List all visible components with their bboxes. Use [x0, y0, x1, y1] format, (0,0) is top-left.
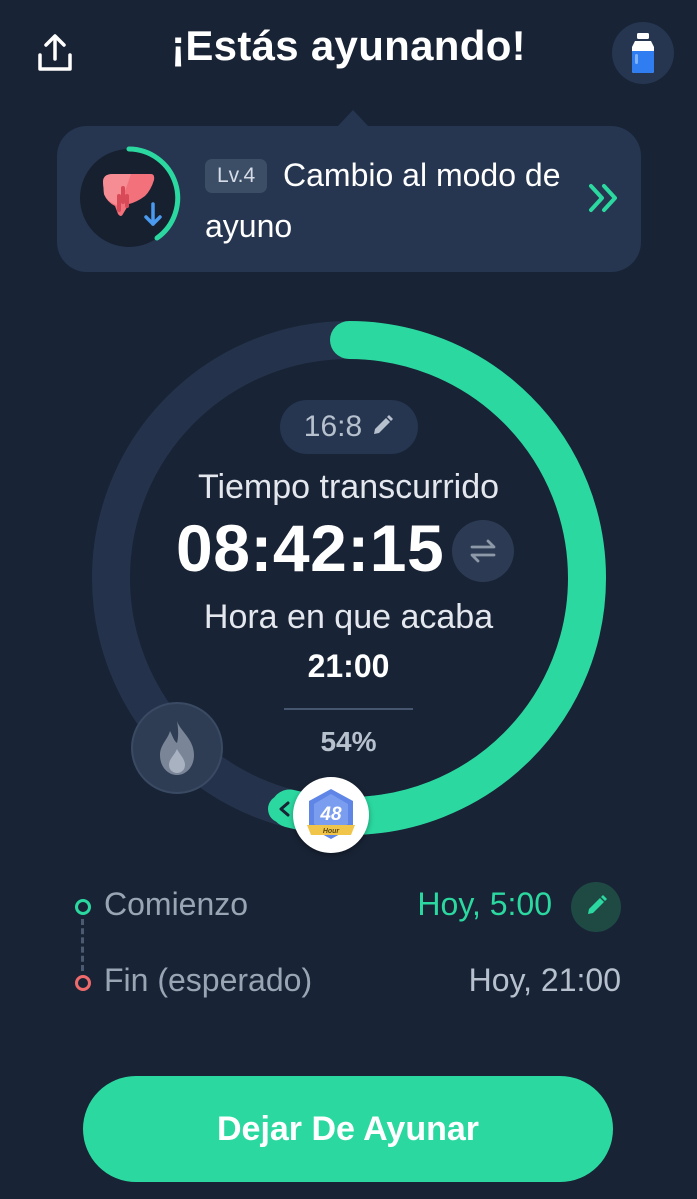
- fat-burning-stage-button[interactable]: [131, 702, 223, 794]
- badge-caption: Hour: [323, 828, 341, 835]
- schedule-connector: [81, 919, 84, 971]
- edit-start-button[interactable]: [571, 882, 621, 932]
- end-dot: [75, 975, 91, 991]
- end-value: Hoy, 21:00: [468, 962, 621, 998]
- elapsed-time: 08:42:15: [176, 511, 445, 585]
- end-label: Fin (esperado): [104, 962, 313, 998]
- start-value[interactable]: Hoy, 5:00: [417, 886, 552, 923]
- flame-icon: [160, 721, 194, 775]
- achievement-badge[interactable]: 48 Hour: [293, 777, 369, 853]
- toggle-time-mode-button[interactable]: [452, 520, 514, 582]
- end-time-value: 21:00: [307, 648, 390, 684]
- fasting-plan-chip[interactable]: 16:8: [280, 400, 418, 454]
- end-time-label: Hora en que acaba: [203, 598, 494, 636]
- badge-number: 48: [319, 804, 342, 825]
- badge-48-icon: 48 Hour: [307, 789, 355, 839]
- fasting-plan-label: 16:8: [303, 410, 363, 443]
- ring-start-marker: [268, 795, 296, 823]
- start-dot: [75, 899, 91, 915]
- pencil-icon: [588, 895, 607, 914]
- elapsed-label: Tiempo transcurrido: [197, 468, 500, 506]
- stop-fasting-button[interactable]: Dejar De Ayunar: [83, 1076, 613, 1182]
- fasting-screen: ¡Estás ayunando! Lv.4 Cambio al modo de …: [0, 0, 697, 1199]
- divider: [284, 708, 413, 710]
- swap-arrows-icon: [470, 539, 496, 563]
- progress-percent: 54%: [320, 726, 377, 757]
- pencil-icon: [374, 415, 394, 434]
- start-label: Comienzo: [104, 886, 249, 922]
